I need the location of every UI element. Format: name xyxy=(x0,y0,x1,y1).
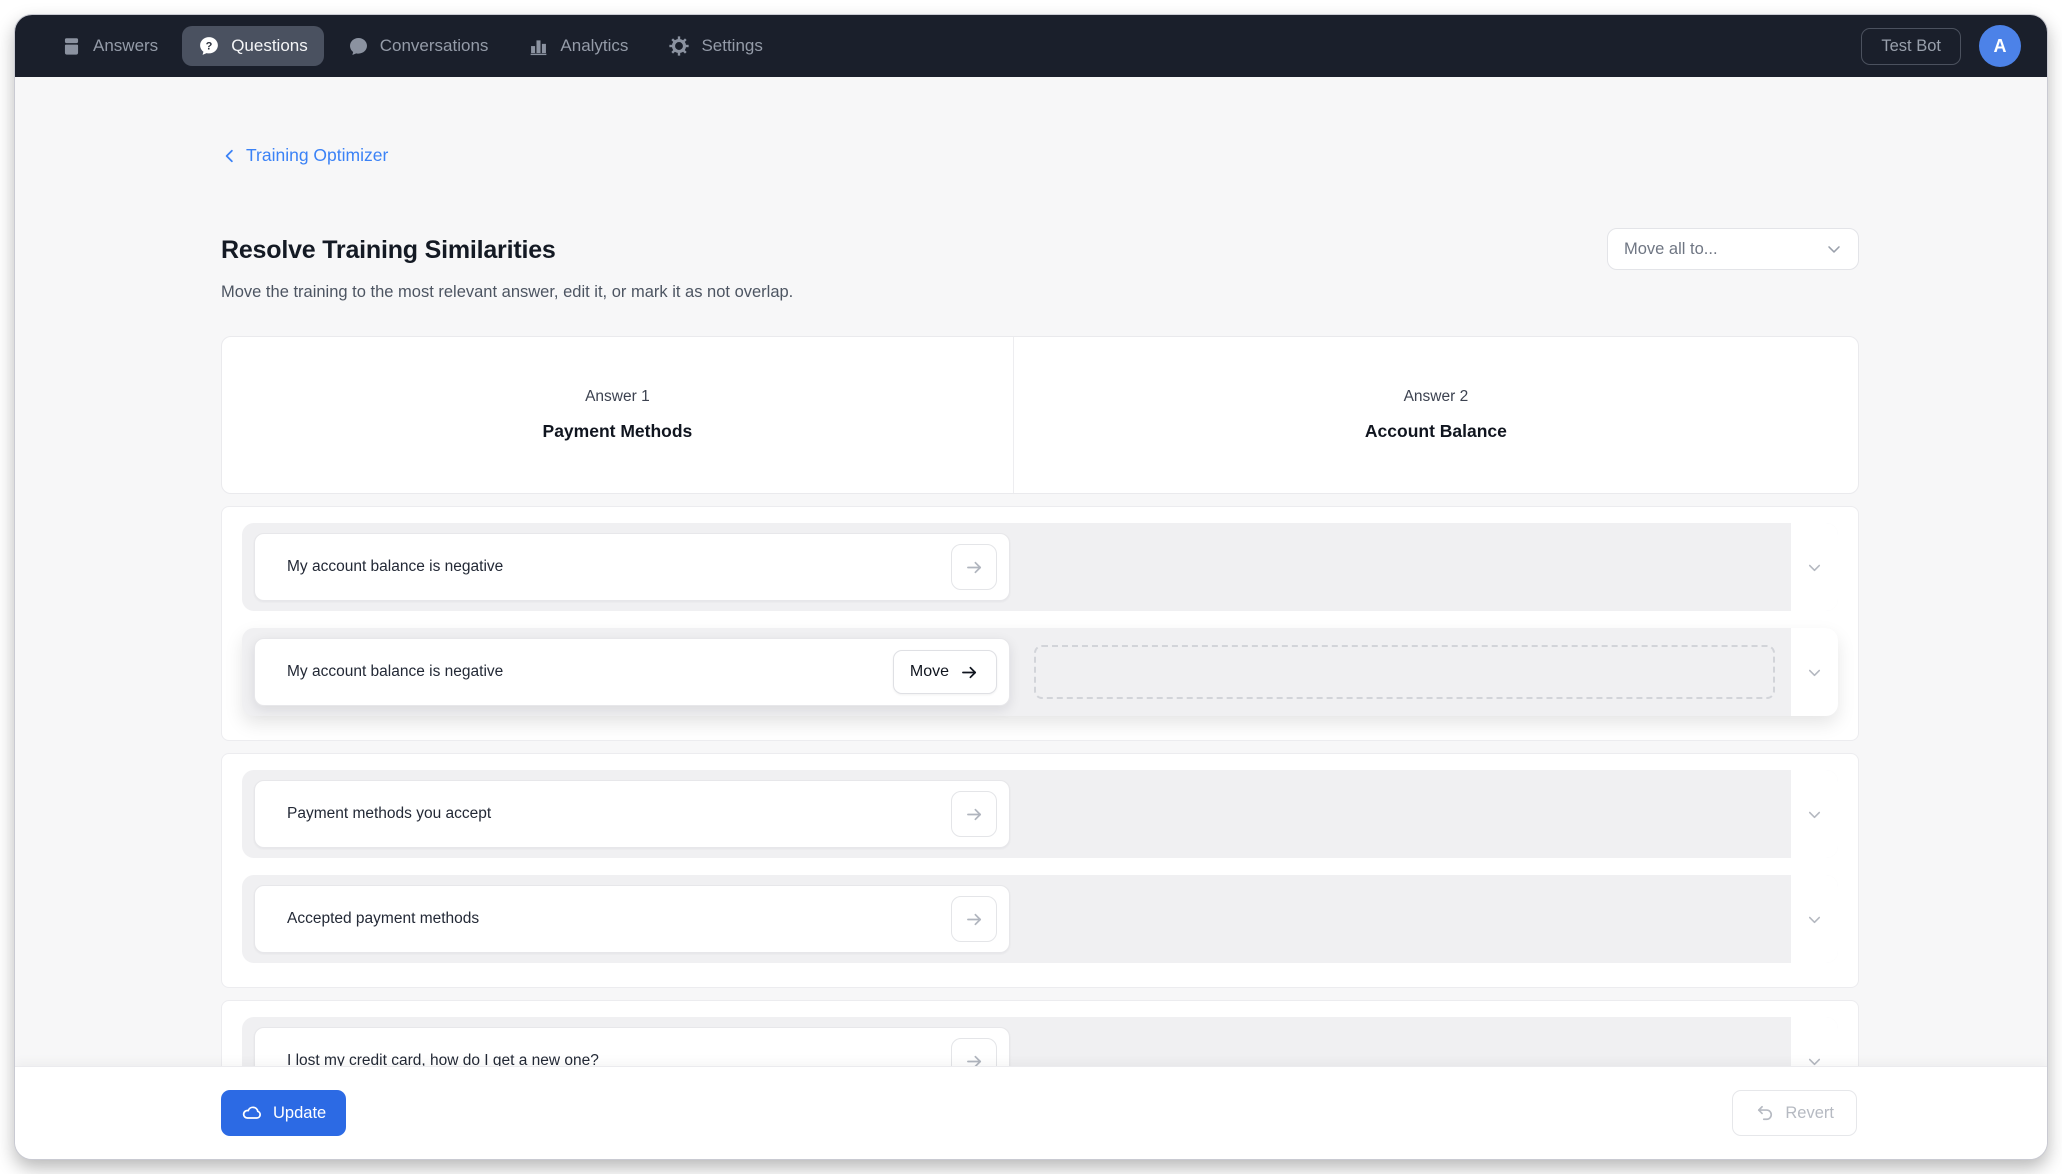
main-area: Training Optimizer Resolve Training Simi… xyxy=(15,77,2047,1066)
svg-text:?: ? xyxy=(206,40,213,52)
tab-analytics[interactable]: Analytics xyxy=(512,27,644,66)
move-arrow-button[interactable] xyxy=(951,544,997,590)
chevron-down-icon xyxy=(1805,558,1824,577)
page-subtitle: Move the training to the most relevant a… xyxy=(221,283,793,302)
arrow-right-icon xyxy=(964,804,985,825)
move-button-label: Move xyxy=(910,663,949,681)
arrow-right-icon xyxy=(964,1051,985,1067)
expand-row-chevron[interactable] xyxy=(1791,770,1838,858)
drop-target-placeholder[interactable] xyxy=(1034,645,1775,699)
move-arrow-button[interactable] xyxy=(951,896,997,942)
similarity-group: Payment methods you accept Accepted paym… xyxy=(221,753,1859,988)
tab-conversations[interactable]: Conversations xyxy=(332,27,505,66)
tab-answers[interactable]: Answers xyxy=(45,27,174,66)
training-phrase-card[interactable]: My account balance is negative xyxy=(254,533,1010,601)
training-phrase-card[interactable]: Payment methods you accept xyxy=(254,780,1010,848)
chevron-down-icon xyxy=(1824,239,1844,259)
similarity-group: I lost my credit card, how do I get a ne… xyxy=(221,1000,1859,1066)
undo-icon xyxy=(1755,1103,1775,1123)
questions-icon: ? xyxy=(198,35,220,57)
answer-1-name: Payment Methods xyxy=(543,421,693,442)
title-block: Resolve Training Similarities Move the t… xyxy=(221,236,793,302)
expand-row-chevron[interactable] xyxy=(1791,875,1838,963)
avatar[interactable]: A xyxy=(1979,25,2021,67)
training-row: My account balance is negative xyxy=(242,523,1838,611)
tab-questions[interactable]: ? Questions xyxy=(182,26,324,66)
test-bot-button[interactable]: Test Bot xyxy=(1861,28,1961,65)
breadcrumb-training-optimizer[interactable]: Training Optimizer xyxy=(221,145,388,166)
app-window: Answers ? Questions Conversations Analyt… xyxy=(14,14,2048,1160)
tab-settings[interactable]: Settings xyxy=(652,26,778,66)
chevron-down-icon xyxy=(1805,663,1824,682)
chevron-down-icon xyxy=(1805,805,1824,824)
answer-1-label: Answer 1 xyxy=(585,388,650,406)
training-row: Accepted payment methods xyxy=(242,875,1838,963)
move-arrow-button[interactable] xyxy=(951,791,997,837)
tab-label: Answers xyxy=(93,36,158,56)
page-title: Resolve Training Similarities xyxy=(221,236,793,265)
answer-2-name: Account Balance xyxy=(1365,421,1507,442)
training-phrase-text: Accepted payment methods xyxy=(287,910,951,928)
move-button[interactable]: Move xyxy=(893,650,997,694)
arrow-right-icon xyxy=(964,557,985,578)
back-chevron-icon xyxy=(221,147,239,165)
training-phrase-text: My account balance is negative xyxy=(287,663,893,681)
chevron-down-icon xyxy=(1805,1052,1824,1067)
answer-2-drop-area xyxy=(1010,770,1791,858)
training-phrase-text: Payment methods you accept xyxy=(287,805,951,823)
conversations-icon xyxy=(348,36,369,57)
training-phrase-card[interactable]: My account balance is negative Move xyxy=(254,638,1010,706)
training-phrase-card[interactable]: Accepted payment methods xyxy=(254,885,1010,953)
top-navbar: Answers ? Questions Conversations Analyt… xyxy=(15,15,2047,77)
arrow-right-icon xyxy=(964,909,985,930)
similarity-group: My account balance is negative My accoun… xyxy=(221,506,1859,741)
answer-2-label: Answer 2 xyxy=(1404,388,1469,406)
training-row: I lost my credit card, how do I get a ne… xyxy=(242,1017,1838,1066)
avatar-initial: A xyxy=(1994,36,2007,57)
settings-icon xyxy=(668,35,690,57)
training-row-dragging: My account balance is negative Move xyxy=(242,628,1838,716)
move-all-dropdown[interactable]: Move all to... xyxy=(1607,228,1859,270)
answer-columns-header: Answer 1 Payment Methods Answer 2 Accoun… xyxy=(221,336,1859,494)
training-phrase-text: I lost my credit card, how do I get a ne… xyxy=(287,1052,951,1066)
answer-1-header: Answer 1 Payment Methods xyxy=(222,337,1014,493)
answer-2-drop-area xyxy=(1010,628,1791,716)
training-phrase-text: My account balance is negative xyxy=(287,558,951,576)
test-bot-label: Test Bot xyxy=(1881,37,1941,55)
tab-label: Questions xyxy=(231,36,308,56)
page-header: Resolve Training Similarities Move the t… xyxy=(221,236,1859,302)
arrow-right-icon xyxy=(959,662,980,683)
chevron-down-icon xyxy=(1805,910,1824,929)
update-button-label: Update xyxy=(273,1104,326,1123)
tab-label: Conversations xyxy=(380,36,489,56)
expand-row-chevron[interactable] xyxy=(1791,1017,1838,1066)
tab-label: Settings xyxy=(701,36,762,56)
answer-2-header: Answer 2 Account Balance xyxy=(1014,337,1858,493)
action-footer: Update Revert xyxy=(15,1066,2047,1159)
update-button[interactable]: Update xyxy=(221,1090,346,1136)
training-row: Payment methods you accept xyxy=(242,770,1838,858)
answers-icon xyxy=(61,36,82,57)
move-arrow-button[interactable] xyxy=(951,1038,997,1066)
breadcrumb-label: Training Optimizer xyxy=(246,145,388,166)
revert-button[interactable]: Revert xyxy=(1732,1090,1857,1136)
revert-button-label: Revert xyxy=(1785,1104,1834,1123)
cloud-icon xyxy=(241,1102,263,1124)
tab-label: Analytics xyxy=(560,36,628,56)
answer-2-drop-area xyxy=(1010,523,1791,611)
expand-row-chevron[interactable] xyxy=(1791,523,1838,611)
answer-2-drop-area xyxy=(1010,875,1791,963)
move-all-dropdown-label: Move all to... xyxy=(1624,240,1824,259)
analytics-icon xyxy=(528,36,549,57)
training-phrase-card[interactable]: I lost my credit card, how do I get a ne… xyxy=(254,1027,1010,1066)
answer-2-drop-area xyxy=(1010,1017,1791,1066)
navbar-right: Test Bot A xyxy=(1861,25,2021,67)
expand-row-chevron[interactable] xyxy=(1791,628,1838,716)
